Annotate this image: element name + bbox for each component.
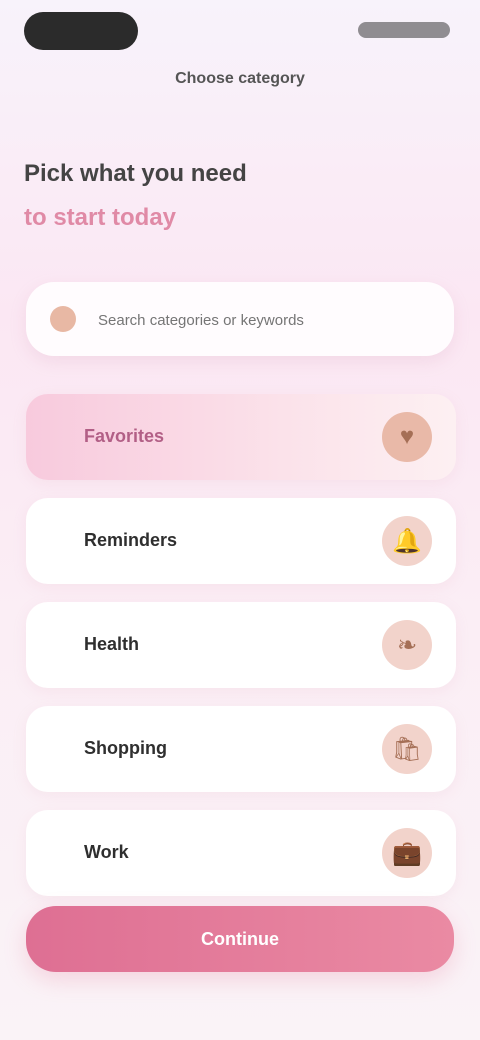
- category-item-health[interactable]: Health ❧: [26, 602, 456, 688]
- category-item-reminders[interactable]: Reminders 🔔: [26, 498, 456, 584]
- continue-button[interactable]: Continue: [26, 906, 454, 972]
- status-pill: [24, 12, 138, 50]
- heart-icon: ♥: [382, 412, 432, 462]
- category-item-work[interactable]: Work 💼: [26, 810, 456, 896]
- heading-line-2: to start today: [24, 204, 177, 231]
- bag-glyph: 🛍: [391, 735, 423, 763]
- heading-line-1: Pick what you need: [24, 160, 247, 187]
- bell-icon: 🔔: [382, 516, 432, 566]
- category-label: Work: [84, 842, 129, 862]
- status-indicators: [358, 22, 450, 38]
- search-icon: [50, 306, 76, 332]
- page-title: Choose category: [175, 70, 305, 87]
- heading: Pick what you need to start today: [24, 160, 444, 232]
- bag-icon: 🛍: [382, 724, 432, 774]
- category-label: Favorites: [84, 426, 165, 446]
- leaf-icon: ❧: [382, 620, 432, 670]
- search-bar[interactable]: [26, 282, 454, 356]
- briefcase-glyph: 💼: [392, 839, 422, 867]
- category-label: Shopping: [84, 738, 167, 758]
- status-bar: [0, 0, 480, 60]
- briefcase-icon: 💼: [382, 828, 432, 878]
- category-label: Health: [84, 634, 140, 654]
- search-input[interactable]: [96, 304, 430, 336]
- heart-glyph: ♥: [399, 423, 415, 450]
- category-list: Favorites ♥ Reminders 🔔 Health ❧ Shoppin…: [26, 394, 456, 914]
- category-label: Reminders: [84, 530, 178, 550]
- bell-glyph: 🔔: [392, 527, 422, 555]
- category-item-favorites[interactable]: Favorites ♥: [26, 394, 456, 480]
- leaf-glyph: ❧: [396, 631, 418, 659]
- category-item-shopping[interactable]: Shopping 🛍: [26, 706, 456, 792]
